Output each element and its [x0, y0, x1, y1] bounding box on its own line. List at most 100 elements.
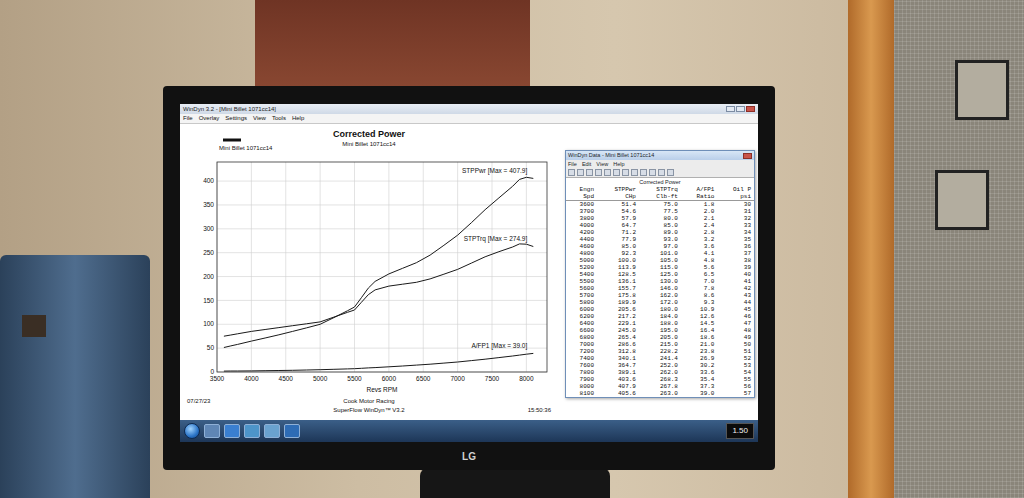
close-button[interactable] — [746, 106, 755, 112]
table-cell: 18.6 — [681, 334, 718, 341]
table-row[interactable]: 6800265.4205.018.649 — [566, 334, 754, 341]
toolbar-button[interactable] — [667, 169, 674, 176]
series-line — [224, 177, 533, 347]
table-cell: 407.9 — [597, 383, 639, 390]
table-row[interactable]: 7600364.7252.030.253 — [566, 362, 754, 369]
taskbar-app-icon[interactable] — [284, 424, 300, 438]
toolbar-button[interactable] — [631, 169, 638, 176]
table-cell: 3800 — [566, 215, 597, 222]
table-row[interactable]: 420071.289.02.834 — [566, 229, 754, 236]
table-row[interactable]: 5600155.7146.07.842 — [566, 285, 754, 292]
column-header[interactable]: EngnSpd — [566, 186, 597, 201]
table-row[interactable]: 5200113.9115.05.639 — [566, 264, 754, 271]
table-cell: 5700 — [566, 292, 597, 299]
column-name: A/FP1 — [684, 186, 715, 193]
table-row[interactable]: 5000100.0105.04.838 — [566, 257, 754, 264]
table-row[interactable]: 8000407.9267.837.356 — [566, 383, 754, 390]
taskbar-app-icon[interactable] — [204, 424, 220, 438]
toolbar-button[interactable] — [595, 169, 602, 176]
menu-item[interactable]: File — [183, 114, 193, 123]
table-cell: 6.5 — [681, 271, 718, 278]
menu-item[interactable]: Help — [613, 160, 624, 168]
menu-item[interactable]: Overlay — [199, 114, 220, 123]
menu-item[interactable]: File — [568, 160, 577, 168]
chart-title: Corrected Power — [333, 129, 406, 139]
table-cell: 7900 — [566, 376, 597, 383]
foam-roll — [0, 255, 150, 498]
table-cell: 195.0 — [639, 327, 681, 334]
toolbar-button[interactable] — [658, 169, 665, 176]
table-row[interactable]: 7400340.1241.426.952 — [566, 355, 754, 362]
table-cell: 6000 — [566, 306, 597, 313]
toolbar-button[interactable] — [649, 169, 656, 176]
table-row[interactable]: 400064.785.02.433 — [566, 222, 754, 229]
table-cell: 2.4 — [681, 222, 718, 229]
toolbar-button[interactable] — [622, 169, 629, 176]
table-row[interactable]: 460085.097.03.636 — [566, 243, 754, 250]
monitor-stand — [420, 468, 610, 498]
table-row[interactable]: 5800189.9172.09.344 — [566, 299, 754, 306]
table-cell: 405.6 — [597, 390, 639, 397]
toolbar-button[interactable] — [604, 169, 611, 176]
table-cell: 57.9 — [597, 215, 639, 222]
table-row[interactable]: 370054.677.52.031 — [566, 208, 754, 215]
table-row[interactable]: 360051.475.01.830 — [566, 201, 754, 209]
menu-item[interactable]: Edit — [582, 160, 591, 168]
table-row[interactable]: 5500136.1130.07.041 — [566, 278, 754, 285]
maximize-button[interactable] — [736, 106, 745, 112]
table-row[interactable]: 7800389.1262.033.654 — [566, 369, 754, 376]
taskbar-app-icon[interactable] — [244, 424, 260, 438]
table-row[interactable]: 7200312.8228.223.851 — [566, 348, 754, 355]
menu-item[interactable]: View — [596, 160, 608, 168]
table-cell: 12.6 — [681, 313, 718, 320]
table-cell: 31 — [717, 208, 754, 215]
menu-item[interactable]: Tools — [272, 114, 286, 123]
table-cell: 105.0 — [639, 257, 681, 264]
table-cell: 4600 — [566, 243, 597, 250]
table-row[interactable]: 380057.980.02.132 — [566, 215, 754, 222]
table-row[interactable]: 8100405.6263.039.057 — [566, 390, 754, 397]
table-cell: 9.3 — [681, 299, 718, 306]
toolbar-button[interactable] — [577, 169, 584, 176]
table-row[interactable]: 6200217.2184.012.646 — [566, 313, 754, 320]
start-button[interactable] — [184, 423, 200, 439]
menu-item[interactable]: Help — [292, 114, 304, 123]
table-cell: 55 — [717, 376, 754, 383]
table-row[interactable]: 6000205.6180.010.945 — [566, 306, 754, 313]
column-header[interactable]: STPPwrCHp — [597, 186, 639, 201]
taskbar-app-icon[interactable] — [224, 424, 240, 438]
menu-item[interactable]: View — [253, 114, 266, 123]
table-cell: 172.0 — [639, 299, 681, 306]
table-row[interactable]: 6400229.1188.014.547 — [566, 320, 754, 327]
table-row[interactable]: 7900403.6268.335.455 — [566, 376, 754, 383]
table-row[interactable]: 480092.3101.04.137 — [566, 250, 754, 257]
column-header[interactable]: A/FP1Ratio — [681, 186, 718, 201]
toolbar-button[interactable] — [640, 169, 647, 176]
data-window-titlebar: WinDyn Data - Mini Billet 1071cc14 — [566, 151, 754, 160]
column-unit: psi — [720, 193, 751, 200]
taskbar-app-icon[interactable] — [264, 424, 280, 438]
column-header[interactable]: Oil Ppsi — [717, 186, 754, 201]
table-cell: 35.4 — [681, 376, 718, 383]
column-name: Engn — [569, 186, 594, 193]
menu-item[interactable]: Settings — [225, 114, 247, 123]
close-button[interactable] — [743, 153, 752, 159]
table-row[interactable]: 5700175.8162.08.643 — [566, 292, 754, 299]
wall-picture — [935, 170, 989, 230]
data-window[interactable]: WinDyn Data - Mini Billet 1071cc14File Ed… — [565, 150, 755, 398]
toolbar-button[interactable] — [586, 169, 593, 176]
table-cell: 2.0 — [681, 208, 718, 215]
table-cell: 54 — [717, 369, 754, 376]
minimize-button[interactable] — [726, 106, 735, 112]
column-header[interactable]: STPTrqClb-ft — [639, 186, 681, 201]
table-cell: 340.1 — [597, 355, 639, 362]
table-cell: 52 — [717, 355, 754, 362]
table-cell: 93.0 — [639, 236, 681, 243]
toolbar-button[interactable] — [568, 169, 575, 176]
table-row[interactable]: 440077.993.03.235 — [566, 236, 754, 243]
table-row[interactable]: 6600245.0195.016.448 — [566, 327, 754, 334]
table-row[interactable]: 5400128.5125.06.540 — [566, 271, 754, 278]
toolbar-button[interactable] — [613, 169, 620, 176]
table-cell: 6200 — [566, 313, 597, 320]
table-row[interactable]: 7000286.6215.021.050 — [566, 341, 754, 348]
